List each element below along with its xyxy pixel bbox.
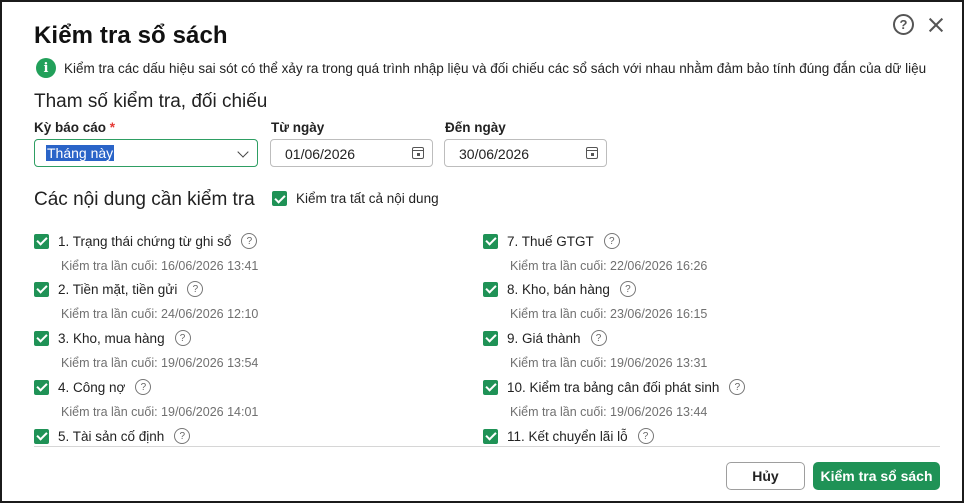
question-circle-icon[interactable]: ? (135, 379, 152, 395)
dialog-title: Kiểm tra sổ sách (34, 22, 228, 49)
check-item: 3. Kho, mua hàng? Kiểm tra lần cuối: 19/… (34, 330, 258, 370)
info-text: Kiểm tra các dấu hiệu sai sót có thể xảy… (64, 60, 927, 76)
last-checked-text: Kiểm tra lần cuối: 22/06/2026 16:26 (510, 259, 708, 273)
last-checked-text: Kiểm tra lần cuối: 19/06/2026 13:31 (510, 356, 708, 370)
params-section-title: Tham số kiểm tra, đối chiếu (34, 91, 268, 112)
check-item-label: 5. Tài sản cố định (58, 428, 165, 444)
check-item-label: 1. Trạng thái chứng từ ghi sổ (58, 233, 232, 249)
check-item: 2. Tiền mặt, tiền gửi? Kiểm tra lần cuối… (34, 281, 258, 321)
period-select-value: Tháng này (46, 145, 115, 161)
checkbox-checked-icon[interactable] (34, 233, 49, 249)
to-date-input[interactable]: 30/06/2026 (444, 139, 607, 167)
check-item-label: 9. Giá thành (507, 330, 581, 346)
check-item-label: 7. Thuế GTGT (507, 233, 594, 249)
check-item: 8. Kho, bán hàng? Kiểm tra lần cuối: 23/… (483, 281, 707, 321)
question-circle-icon[interactable]: ? (637, 428, 654, 444)
check-item-label: 8. Kho, bán hàng (507, 281, 610, 297)
check-item-label: 2. Tiền mặt, tiền gửi (58, 281, 178, 297)
help-icon[interactable]: ? (893, 14, 914, 35)
footer-divider (34, 446, 940, 447)
question-circle-icon[interactable]: ? (729, 379, 746, 395)
question-circle-icon[interactable]: ? (241, 233, 258, 249)
check-all-checkbox[interactable]: Kiểm tra tất cả nội dung (272, 191, 439, 206)
info-icon: i (36, 58, 56, 78)
check-item: 5. Tài sản cố định? (34, 428, 191, 444)
question-circle-icon[interactable]: ? (590, 330, 607, 346)
checkbox-checked-icon[interactable] (483, 428, 498, 444)
period-label: Kỳ báo cáo * (34, 120, 116, 135)
check-item-label: 3. Kho, mua hàng (58, 330, 165, 346)
calendar-icon[interactable] (412, 147, 424, 159)
last-checked-text: Kiểm tra lần cuối: 23/06/2026 16:15 (510, 307, 708, 321)
cancel-button[interactable]: Hủy (726, 462, 805, 490)
check-item: 11. Kết chuyển lãi lỗ? (483, 428, 654, 444)
last-checked-text: Kiểm tra lần cuối: 19/06/2026 14:01 (61, 405, 259, 419)
check-item: 7. Thuế GTGT? Kiểm tra lần cuối: 22/06/2… (483, 233, 707, 273)
checkbox-checked-icon[interactable] (483, 233, 498, 249)
checkbox-checked-icon[interactable] (483, 281, 498, 297)
last-checked-text: Kiểm tra lần cuối: 19/06/2026 13:54 (61, 356, 259, 370)
last-checked-text: Kiểm tra lần cuối: 16/06/2026 13:41 (61, 259, 259, 273)
check-item-label: 10. Kiểm tra bảng cân đối phát sinh (507, 379, 720, 395)
contents-section-title: Các nội dung cần kiểm tra (34, 189, 255, 210)
period-select[interactable]: Tháng này (34, 139, 258, 167)
check-books-button[interactable]: Kiểm tra sổ sách (813, 462, 940, 490)
to-date-value: 30/06/2026 (459, 146, 530, 162)
check-all-label: Kiểm tra tất cả nội dung (296, 191, 439, 206)
dialog-top-actions: ? (893, 14, 946, 35)
calendar-icon[interactable] (586, 147, 598, 159)
check-item: 1. Trạng thái chứng từ ghi sổ? Kiểm tra … (34, 233, 258, 273)
checkbox-checked-icon[interactable] (34, 330, 49, 346)
info-banner: i Kiểm tra các dấu hiệu sai sót có thể x… (36, 58, 926, 78)
close-icon[interactable] (926, 15, 946, 35)
last-checked-text: Kiểm tra lần cuối: 19/06/2026 13:44 (510, 405, 708, 419)
check-item-label: 4. Công nợ (58, 379, 126, 395)
checkbox-checked-icon[interactable] (34, 379, 49, 395)
checkbox-checked-icon[interactable] (34, 281, 49, 297)
checkbox-checked-icon[interactable] (272, 191, 287, 206)
from-date-input[interactable]: 01/06/2026 (270, 139, 433, 167)
from-date-label: Từ ngày (271, 120, 325, 135)
check-item: 10. Kiểm tra bảng cân đối phát sinh? Kiể… (483, 379, 746, 419)
last-checked-text: Kiểm tra lần cuối: 24/06/2026 12:10 (61, 307, 259, 321)
check-item: 4. Công nợ? Kiểm tra lần cuối: 19/06/202… (34, 379, 258, 419)
check-item-label: 11. Kết chuyển lãi lỗ (507, 428, 628, 444)
checkbox-checked-icon[interactable] (483, 330, 498, 346)
check-books-dialog: Kiểm tra sổ sách ? i Kiểm tra các dấu hi… (0, 0, 964, 503)
checkbox-checked-icon[interactable] (34, 428, 49, 444)
question-circle-icon[interactable]: ? (603, 233, 620, 249)
question-circle-icon[interactable]: ? (174, 428, 191, 444)
check-item: 9. Giá thành? Kiểm tra lần cuối: 19/06/2… (483, 330, 707, 370)
checkbox-checked-icon[interactable] (483, 379, 498, 395)
from-date-value: 01/06/2026 (285, 146, 356, 162)
question-circle-icon[interactable]: ? (619, 281, 636, 297)
question-circle-icon[interactable]: ? (187, 281, 204, 297)
chevron-down-icon (237, 146, 249, 158)
question-circle-icon[interactable]: ? (174, 330, 191, 346)
to-date-label: Đến ngày (445, 120, 506, 135)
